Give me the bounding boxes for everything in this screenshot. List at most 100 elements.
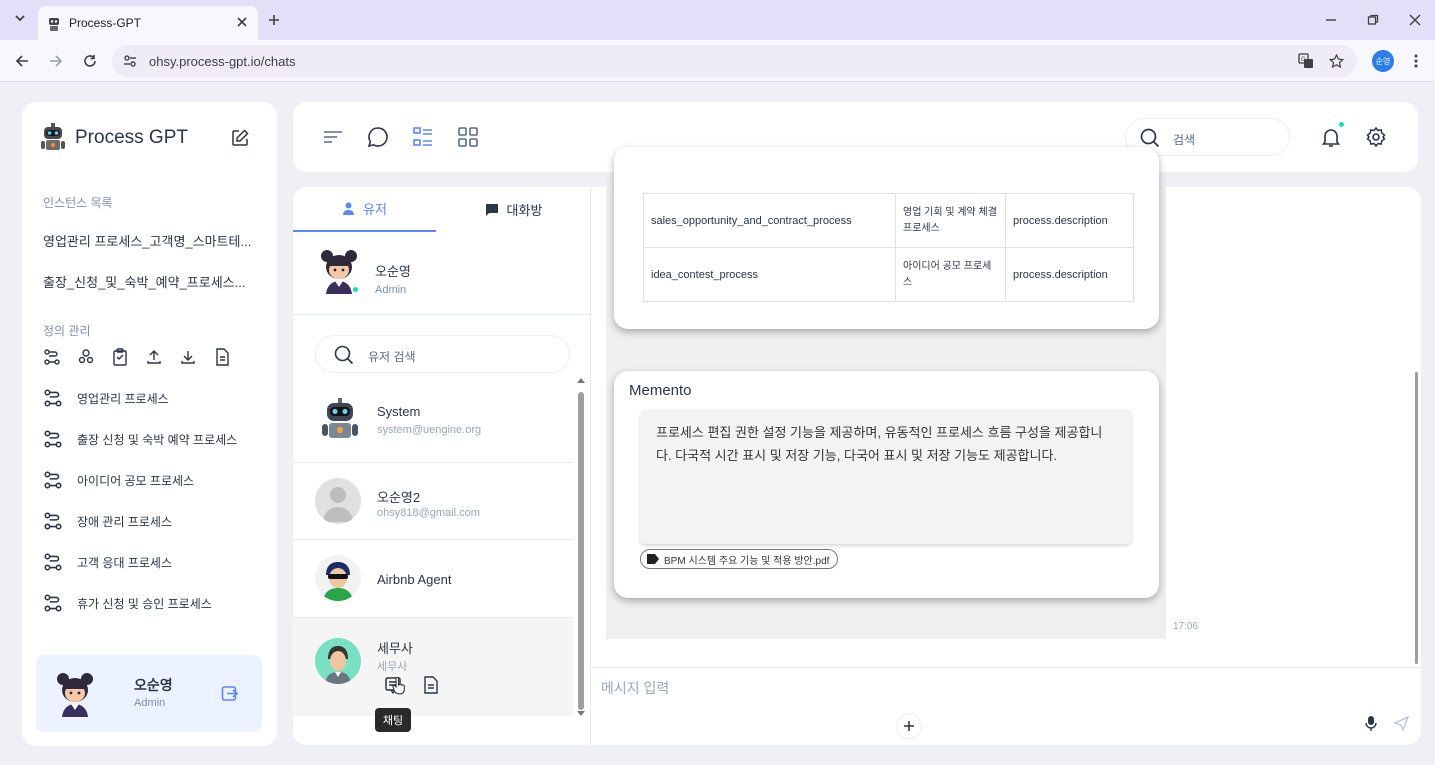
- chat-bubble-icon: [485, 203, 498, 216]
- chat-main-panel: 유저 대화방 오순영 Admin 유저 검색 System system@uen…: [293, 147, 1421, 745]
- user-panel: 유저 대화방 오순영 Admin 유저 검색 System system@uen…: [293, 187, 591, 745]
- minimize-icon: [1326, 19, 1336, 21]
- grid-view-button[interactable]: [454, 123, 482, 151]
- process-item[interactable]: 장애 관리 프로세스: [43, 510, 172, 532]
- bookmark-button[interactable]: [1322, 47, 1350, 75]
- attach-button[interactable]: [897, 714, 921, 738]
- forward-button[interactable]: [42, 47, 70, 75]
- process-item[interactable]: 출장 신청 및 숙박 예약 프로세스: [43, 428, 237, 450]
- list-view-button[interactable]: [409, 123, 437, 151]
- user-list-item[interactable]: Airbnb Agent: [293, 540, 573, 618]
- instance-item[interactable]: 영업관리 프로세스_고객명_스마트테...: [43, 231, 251, 250]
- upload-icon[interactable]: [145, 348, 163, 366]
- process-item[interactable]: 휴가 신청 및 승인 프로세스: [43, 592, 212, 614]
- scroll-thumb[interactable]: [578, 392, 584, 710]
- back-button[interactable]: [8, 47, 36, 75]
- process-map-icon[interactable]: [43, 348, 61, 366]
- download-icon[interactable]: [179, 348, 197, 366]
- chat-messages: sales_opportunity_and_contract_process 영…: [606, 147, 1166, 639]
- plus-icon: [904, 721, 914, 731]
- settings-button[interactable]: [1362, 123, 1390, 151]
- close-window-button[interactable]: [1401, 6, 1429, 34]
- logout-icon: [221, 685, 238, 701]
- menu-toggle-button[interactable]: [319, 123, 347, 151]
- instance-item[interactable]: 출장_신청_및_숙박_예약_프로세스...: [43, 272, 245, 291]
- user-list-item[interactable]: 오순영2 ohsy818@gmail.com: [293, 463, 573, 540]
- message-input[interactable]: 메시지 입력: [601, 678, 669, 698]
- default-avatar: [315, 478, 361, 524]
- chat-scroll-thumb[interactable]: [1415, 372, 1418, 664]
- process-item[interactable]: 영업관리 프로세스: [43, 387, 169, 409]
- tab-title: Process-GPT: [69, 16, 142, 30]
- scroll-up-icon: [577, 378, 585, 383]
- microphone-icon: [1365, 716, 1377, 731]
- document-icon[interactable]: [213, 348, 231, 366]
- restore-icon: [1367, 14, 1379, 25]
- tab-users-label: 유저: [363, 202, 387, 217]
- tooltip: 채팅: [375, 708, 411, 732]
- process-item[interactable]: 고객 응대 프로세스: [43, 551, 172, 573]
- sort-lines-icon: [324, 131, 342, 143]
- chat-view-button[interactable]: [364, 123, 392, 151]
- attachment-chip[interactable]: BPM 시스템 주요 기능 및 적용 방안.pdf: [640, 549, 839, 569]
- restore-button[interactable]: [1359, 6, 1387, 34]
- profile-avatar[interactable]: 순영: [1372, 50, 1394, 72]
- gear-icon: [1366, 126, 1386, 148]
- send-button[interactable]: [1389, 711, 1413, 735]
- logout-button[interactable]: [215, 679, 243, 707]
- memento-text: 프로세스 편집 권한 설정 기능을 제공하며, 유동적인 프로세스 흐름 구성을…: [640, 409, 1132, 544]
- table-cell: 아이디어 공모 프로세스: [895, 247, 1006, 302]
- process-label: 고객 응대 프로세스: [77, 555, 172, 570]
- site-settings-icon[interactable]: [123, 54, 137, 68]
- close-tab-button[interactable]: [231, 11, 253, 33]
- user-email: system@uengine.org: [377, 424, 482, 436]
- more-vertical-icon: [1414, 54, 1418, 68]
- process-label: 출장 신청 및 숙박 예약 프로세스: [77, 432, 238, 447]
- new-chat-button[interactable]: [226, 124, 254, 152]
- bell-icon: [1321, 129, 1341, 147]
- svg-text:G: G: [1301, 56, 1306, 63]
- minimize-button[interactable]: [1317, 6, 1345, 34]
- translate-button[interactable]: G: [1292, 47, 1320, 75]
- process-map-icon: [44, 430, 62, 448]
- tab-list-button[interactable]: [8, 6, 32, 30]
- new-tab-button[interactable]: [262, 8, 286, 32]
- table-cell: process.description: [1005, 247, 1134, 302]
- user-name: 오순영2: [377, 490, 421, 505]
- voice-input-button[interactable]: [1359, 711, 1383, 735]
- browser-menu-button[interactable]: [1402, 47, 1430, 75]
- file-tag-icon: [647, 554, 659, 564]
- sidebar-user-role: Admin: [134, 697, 166, 709]
- user-list-item[interactable]: System system@uengine.org: [293, 381, 573, 463]
- tab-rooms[interactable]: 대화방: [436, 187, 591, 232]
- organization-icon[interactable]: [77, 348, 95, 366]
- plus-icon: [269, 15, 279, 25]
- browser-tab-bar: Process-GPT: [0, 0, 1435, 40]
- url-field[interactable]: ohsy.process-gpt.io/chats: [112, 45, 1357, 77]
- clipboard-icon[interactable]: [111, 348, 129, 366]
- definitions-label: 정의 관리: [43, 324, 91, 338]
- user-search-input[interactable]: 유저 검색: [315, 335, 570, 373]
- view-document-button[interactable]: [418, 672, 444, 698]
- user-list-scrollbar[interactable]: [577, 377, 585, 717]
- process-item[interactable]: 아이디어 공모 프로세스: [43, 469, 194, 491]
- send-icon: [1393, 715, 1409, 731]
- process-map-icon: [44, 553, 62, 571]
- user-email: ohsy818@gmail.com: [377, 507, 480, 519]
- person-icon: [343, 202, 355, 215]
- notifications-button[interactable]: [1317, 122, 1345, 151]
- scroll-down-icon: [577, 711, 585, 716]
- attachment-name: BPM 시스템 주요 기능 및 적용 방안.pdf: [664, 555, 830, 567]
- chat-bubble-icon: [367, 127, 388, 148]
- reload-button[interactable]: [76, 47, 104, 75]
- robot-logo-icon: [38, 122, 68, 154]
- avatar: [56, 671, 94, 717]
- table-cell: process.description: [1005, 193, 1134, 248]
- grid-icon: [458, 127, 478, 147]
- user-name: System: [377, 404, 421, 419]
- user-list-item-selected[interactable]: 세무사 세무사: [293, 618, 573, 716]
- current-user-name: 오순영: [375, 264, 411, 279]
- tab-users[interactable]: 유저: [293, 187, 436, 232]
- browser-tab[interactable]: Process-GPT: [38, 6, 258, 40]
- current-user-row: 오순영 Admin: [293, 232, 590, 315]
